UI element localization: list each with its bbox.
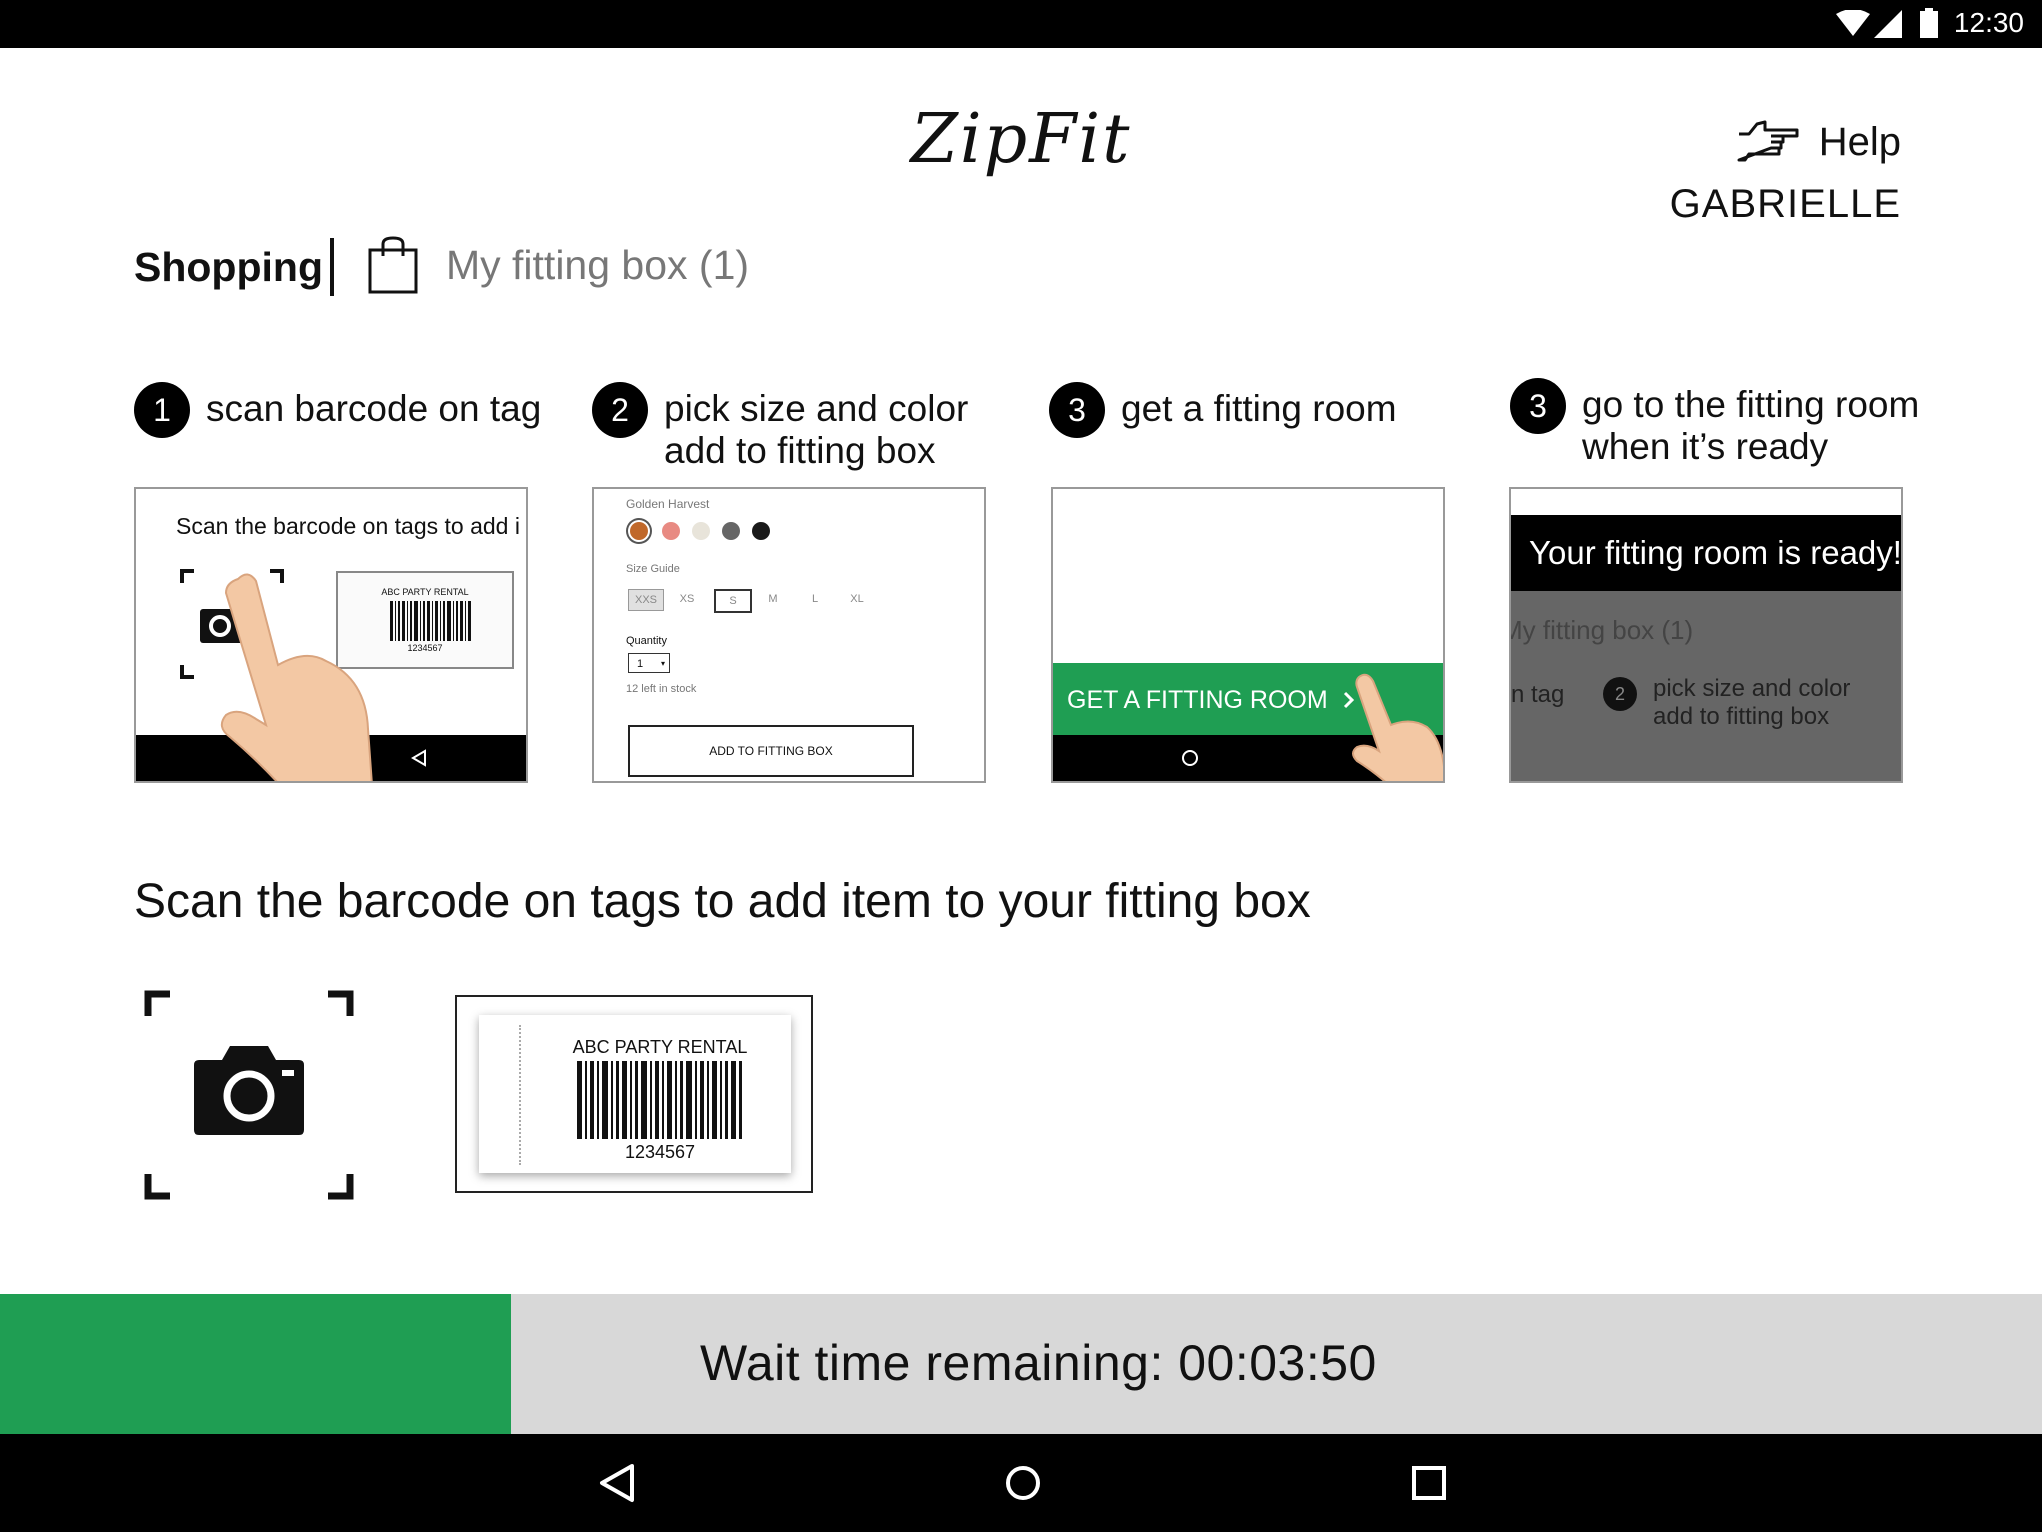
tab-divider bbox=[330, 238, 334, 296]
step-3-illustration: GET A FITTING ROOM bbox=[1051, 487, 1445, 783]
card-bg-tab: My fitting box (1) bbox=[1509, 615, 1694, 645]
wifi-icon bbox=[1836, 10, 1870, 36]
back-icon bbox=[411, 749, 426, 767]
step-line: when it’s ready bbox=[1582, 426, 1829, 467]
pointing-hand-icon bbox=[1737, 120, 1799, 162]
tag-code: 1234567 bbox=[624, 1142, 696, 1162]
step-number-badge: 3 bbox=[1510, 378, 1566, 434]
user-name: GABRIELLE bbox=[1669, 182, 1901, 226]
card-bg-step-badge: 2 bbox=[1603, 677, 1637, 711]
size-option: XL bbox=[850, 593, 864, 605]
barcode-image bbox=[390, 601, 471, 641]
tag-perforation bbox=[519, 1025, 521, 1165]
home-icon bbox=[1182, 750, 1198, 766]
step-line: scan barcode on tag bbox=[206, 388, 542, 429]
help-button[interactable]: Help bbox=[1735, 118, 1901, 166]
card-bg-step1: n tag bbox=[1511, 681, 1565, 708]
signal-icon bbox=[1874, 10, 1902, 38]
wait-progress-fill bbox=[0, 1294, 511, 1434]
step-2-title: 2 pick size and color add to fitting box bbox=[592, 382, 969, 472]
card-bg-step2: pick size and color add to fitting box bbox=[1653, 675, 1850, 731]
recent-apps-icon[interactable] bbox=[1404, 1458, 1454, 1508]
back-icon[interactable] bbox=[592, 1458, 642, 1508]
home-icon[interactable] bbox=[998, 1458, 1048, 1508]
card-bg-step2-line: pick size and color bbox=[1653, 675, 1851, 702]
hand-tap-icon bbox=[220, 573, 373, 781]
step-3-title: 3 get a fitting room bbox=[1049, 382, 1397, 438]
tag-paper: ABC PARTY RENTAL 1234567 bbox=[479, 1015, 791, 1173]
step-number-badge: 1 bbox=[134, 382, 190, 438]
color-swatch bbox=[752, 522, 770, 540]
card-dimmed-background: My fitting box (1) n tag 2 pick size and… bbox=[1509, 591, 1901, 781]
step-1-title: 1 scan barcode on tag bbox=[134, 382, 542, 438]
step-line: add to fitting box bbox=[664, 430, 936, 471]
color-swatch bbox=[722, 522, 740, 540]
camera-icon bbox=[144, 990, 354, 1200]
step-number-badge: 3 bbox=[1049, 382, 1105, 438]
step-1-illustration: Scan the barcode on tags to add i ABC PA… bbox=[134, 487, 528, 783]
card-product-name: Golden Harvest bbox=[626, 497, 710, 511]
camera-scan-button[interactable] bbox=[144, 990, 354, 1200]
quantity-select: 1 ▾ bbox=[628, 653, 670, 673]
step-line: go to the fitting room bbox=[1582, 384, 1920, 425]
battery-icon bbox=[1920, 8, 1938, 38]
shopping-bag-icon bbox=[368, 236, 418, 294]
card-scan-text: Scan the barcode on tags to add i bbox=[176, 513, 520, 539]
stock-text: 12 left in stock bbox=[626, 683, 697, 695]
system-nav-bar bbox=[0, 1434, 2042, 1532]
tag-brand: ABC PARTY RENTAL bbox=[572, 1037, 748, 1057]
size-option: XS bbox=[679, 593, 695, 605]
status-time: 12:30 bbox=[1953, 7, 2024, 38]
step-4-illustration: My fitting box (1) n tag 2 pick size and… bbox=[1509, 487, 1903, 783]
barcode-image bbox=[577, 1061, 742, 1139]
size-option: S bbox=[714, 589, 752, 613]
dropdown-arrow-icon: ▾ bbox=[660, 659, 665, 668]
scan-heading: Scan the barcode on tags to add item to … bbox=[134, 875, 1311, 928]
card-bg-step2-line: add to fitting box bbox=[1653, 703, 1830, 730]
card-add-to-box-button: ADD TO FITTING BOX bbox=[628, 725, 914, 777]
wait-time-bar: Wait time remaining: 00:03:50 bbox=[0, 1294, 2042, 1434]
color-swatch bbox=[630, 522, 648, 540]
size-option: L bbox=[811, 593, 819, 605]
help-label: Help bbox=[1818, 119, 1901, 164]
quantity-value: 1 bbox=[637, 658, 644, 670]
status-bar: 12:30 bbox=[0, 0, 2042, 48]
hand-tap-icon bbox=[1352, 673, 1443, 781]
wait-time-label: Wait time remaining: 00:03:50 bbox=[700, 1335, 1377, 1391]
card-get-room-label: GET A FITTING ROOM bbox=[1067, 685, 1328, 714]
step-number-badge: 2 bbox=[592, 382, 648, 438]
tab-shopping[interactable]: Shopping bbox=[134, 244, 323, 291]
quantity-label: Quantity bbox=[626, 635, 667, 647]
step-2-illustration: Golden Harvest Size Guide XXS XS S M L X… bbox=[592, 487, 986, 783]
size-option: XXS bbox=[628, 589, 664, 611]
size-guide-label: Size Guide bbox=[626, 563, 680, 575]
step-4-title: 3 go to the fitting room when it’s ready bbox=[1510, 378, 1920, 468]
step-line: get a fitting room bbox=[1121, 388, 1397, 429]
color-swatch bbox=[692, 522, 710, 540]
size-option: M bbox=[768, 593, 778, 605]
tab-my-fitting-box[interactable]: My fitting box (1) bbox=[368, 236, 749, 294]
card-ready-banner: Your fitting room is ready! bbox=[1511, 515, 1901, 591]
tab-my-fitting-box-label: My fitting box (1) bbox=[446, 241, 750, 288]
color-swatch bbox=[662, 522, 680, 540]
step-line: pick size and color bbox=[664, 388, 969, 429]
sample-barcode-tag: ABC PARTY RENTAL 1234567 bbox=[455, 995, 813, 1193]
